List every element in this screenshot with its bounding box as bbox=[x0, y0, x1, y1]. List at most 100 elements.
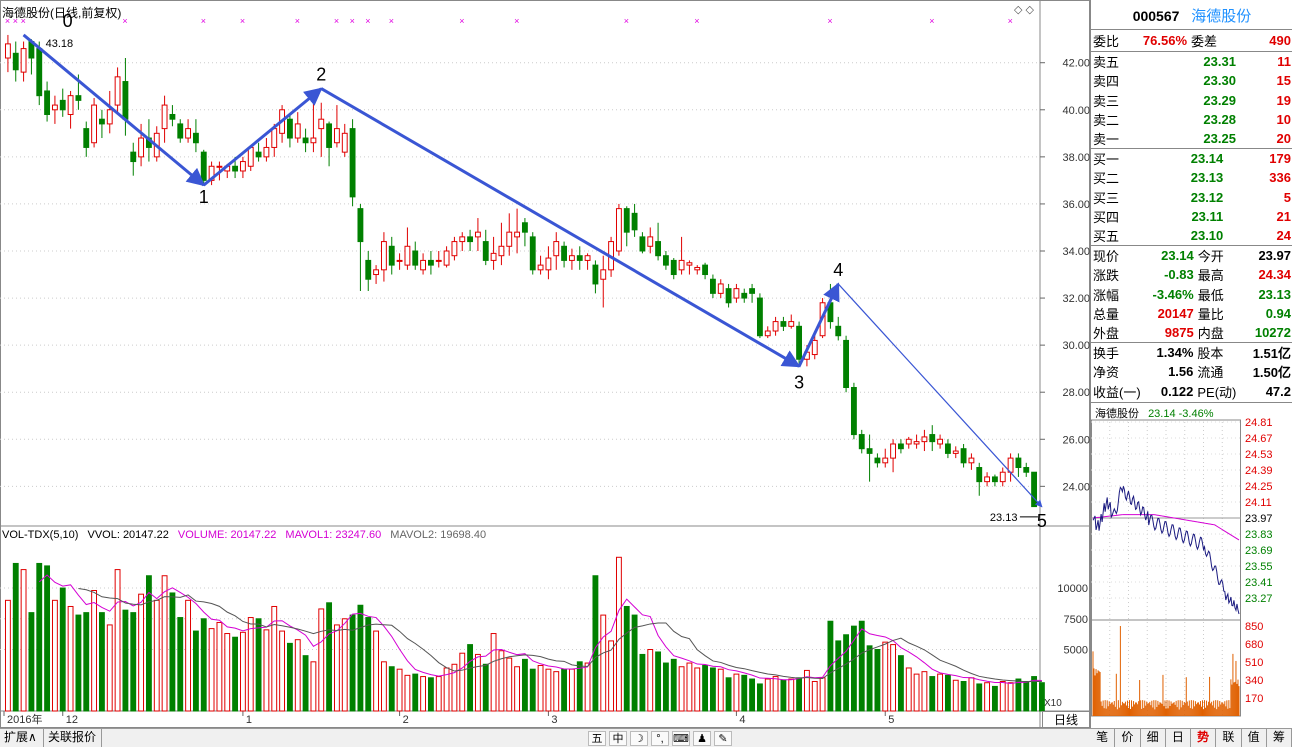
kline-chart-canvas[interactable]: 24.00 26.00 28.00 30.00 32.00 34.00 36.00 38.00… bbox=[0, 0, 1090, 728]
candle bbox=[600, 255, 607, 308]
candle bbox=[976, 462, 983, 496]
candle-body bbox=[717, 283, 724, 294]
date-tick-label: 4 bbox=[739, 714, 745, 726]
candle bbox=[709, 274, 716, 299]
candle bbox=[490, 236, 497, 270]
candle bbox=[615, 203, 622, 256]
right-tab[interactable]: 筹 bbox=[1267, 729, 1292, 747]
intraday-price-tick: 24.39 bbox=[1245, 465, 1273, 477]
toolbar-tool-5-icon[interactable]: ♟ bbox=[693, 730, 711, 746]
toolbar-tool-0-icon[interactable]: 五 bbox=[588, 730, 606, 746]
candle bbox=[952, 446, 959, 459]
candle-body bbox=[1031, 471, 1038, 508]
candle-body bbox=[435, 259, 442, 262]
toolbar-tool-6-icon[interactable]: ✎ bbox=[714, 730, 732, 746]
candle-body bbox=[890, 443, 897, 459]
candle bbox=[498, 222, 505, 266]
volume-bar bbox=[318, 608, 325, 712]
kline-chart-panel[interactable]: 24.00 26.00 28.00 30.00 32.00 34.00 36.00 38.00… bbox=[0, 0, 1090, 728]
volume-bar bbox=[733, 673, 740, 712]
candle-body bbox=[1023, 467, 1030, 473]
intraday-price-tick: 24.53 bbox=[1245, 449, 1273, 461]
intraday-price-tick: 23.55 bbox=[1245, 561, 1273, 573]
volume-bar bbox=[435, 676, 442, 712]
right-tab[interactable]: 联 bbox=[1216, 729, 1242, 747]
right-tab[interactable]: 值 bbox=[1242, 729, 1267, 747]
candle-body bbox=[459, 236, 466, 243]
candle bbox=[937, 434, 944, 449]
volume-bar bbox=[631, 614, 638, 712]
toolbar-tool-3-icon[interactable]: °, bbox=[651, 730, 669, 746]
candle-body bbox=[341, 132, 348, 153]
volume-bar bbox=[537, 665, 544, 712]
volume-indicator-name[interactable]: VOL-TDX(5,10) bbox=[2, 529, 78, 541]
signal-marker: × bbox=[365, 16, 370, 26]
candle-body bbox=[106, 109, 113, 125]
candle-body bbox=[318, 118, 325, 130]
intraday-chart-canvas[interactable]: 24.81 24.67 24.53 24.39 24.25 24.11 23.97 23.83… bbox=[1091, 0, 1292, 728]
volume-bar bbox=[404, 674, 411, 712]
candle-body bbox=[310, 137, 317, 144]
candle bbox=[294, 112, 301, 143]
period-tab-daily[interactable]: 日线 bbox=[1042, 711, 1090, 728]
candle bbox=[443, 246, 450, 268]
candle-body bbox=[365, 259, 372, 280]
candle bbox=[984, 472, 991, 487]
right-tab[interactable]: 细 bbox=[1141, 729, 1166, 747]
toolbar-tool-1-icon[interactable]: 中 bbox=[609, 730, 627, 746]
volume-bar bbox=[365, 617, 372, 712]
chart-mode-icons[interactable]: ◇ ◇ bbox=[1014, 3, 1034, 16]
signal-marker: × bbox=[514, 16, 519, 26]
right-tab[interactable]: 价 bbox=[1115, 729, 1141, 747]
volume-bar bbox=[59, 587, 66, 712]
candle bbox=[702, 262, 709, 280]
volume-bar bbox=[788, 678, 795, 712]
volume-bar bbox=[12, 562, 19, 712]
related-quote-tab[interactable]: 关联报价 bbox=[44, 729, 102, 747]
candle bbox=[835, 316, 842, 341]
date-tick-label: 5 bbox=[888, 714, 894, 726]
signal-marker: × bbox=[240, 16, 245, 26]
right-tab[interactable]: 势 bbox=[1191, 729, 1217, 747]
candle bbox=[670, 258, 677, 280]
volume-bar bbox=[976, 683, 983, 712]
candle bbox=[944, 439, 951, 459]
candle bbox=[584, 253, 591, 270]
volume-bar bbox=[506, 657, 513, 712]
candle-body bbox=[302, 137, 309, 144]
volume-bar bbox=[1023, 680, 1030, 712]
volume-bar bbox=[467, 644, 474, 712]
toolbar-tool-4-icon[interactable]: ⌨ bbox=[672, 730, 690, 746]
candle-body bbox=[396, 259, 403, 262]
candle-body bbox=[161, 104, 168, 130]
candle bbox=[929, 425, 936, 452]
signal-marker: × bbox=[694, 16, 699, 26]
right-tab[interactable]: 笔 bbox=[1090, 729, 1116, 747]
candle-body bbox=[67, 95, 74, 115]
candle-body bbox=[114, 76, 121, 106]
candle-body bbox=[20, 48, 27, 73]
candle-body bbox=[349, 128, 356, 198]
candle bbox=[843, 335, 850, 393]
candle bbox=[921, 429, 928, 452]
candle bbox=[482, 229, 489, 266]
candle-body bbox=[561, 245, 568, 261]
volume-bar bbox=[686, 662, 693, 712]
expand-button[interactable]: 扩展∧ bbox=[0, 729, 44, 747]
right-tab[interactable]: 日 bbox=[1166, 729, 1191, 747]
toolbar-tool-2-icon[interactable]: ☽ bbox=[630, 730, 648, 746]
candle bbox=[631, 203, 638, 237]
candle-body bbox=[286, 118, 293, 139]
candle-body bbox=[655, 241, 662, 257]
candle-body bbox=[521, 222, 528, 233]
volume-bar bbox=[678, 666, 685, 712]
volume-bar bbox=[561, 668, 568, 712]
volume-bar bbox=[208, 628, 215, 712]
volume-bar bbox=[263, 629, 270, 712]
candle bbox=[529, 232, 536, 275]
candle bbox=[4, 34, 11, 73]
volume-bar bbox=[373, 630, 380, 712]
candle-body bbox=[952, 450, 959, 454]
candle bbox=[467, 229, 474, 251]
wave-arrow bbox=[202, 87, 323, 187]
